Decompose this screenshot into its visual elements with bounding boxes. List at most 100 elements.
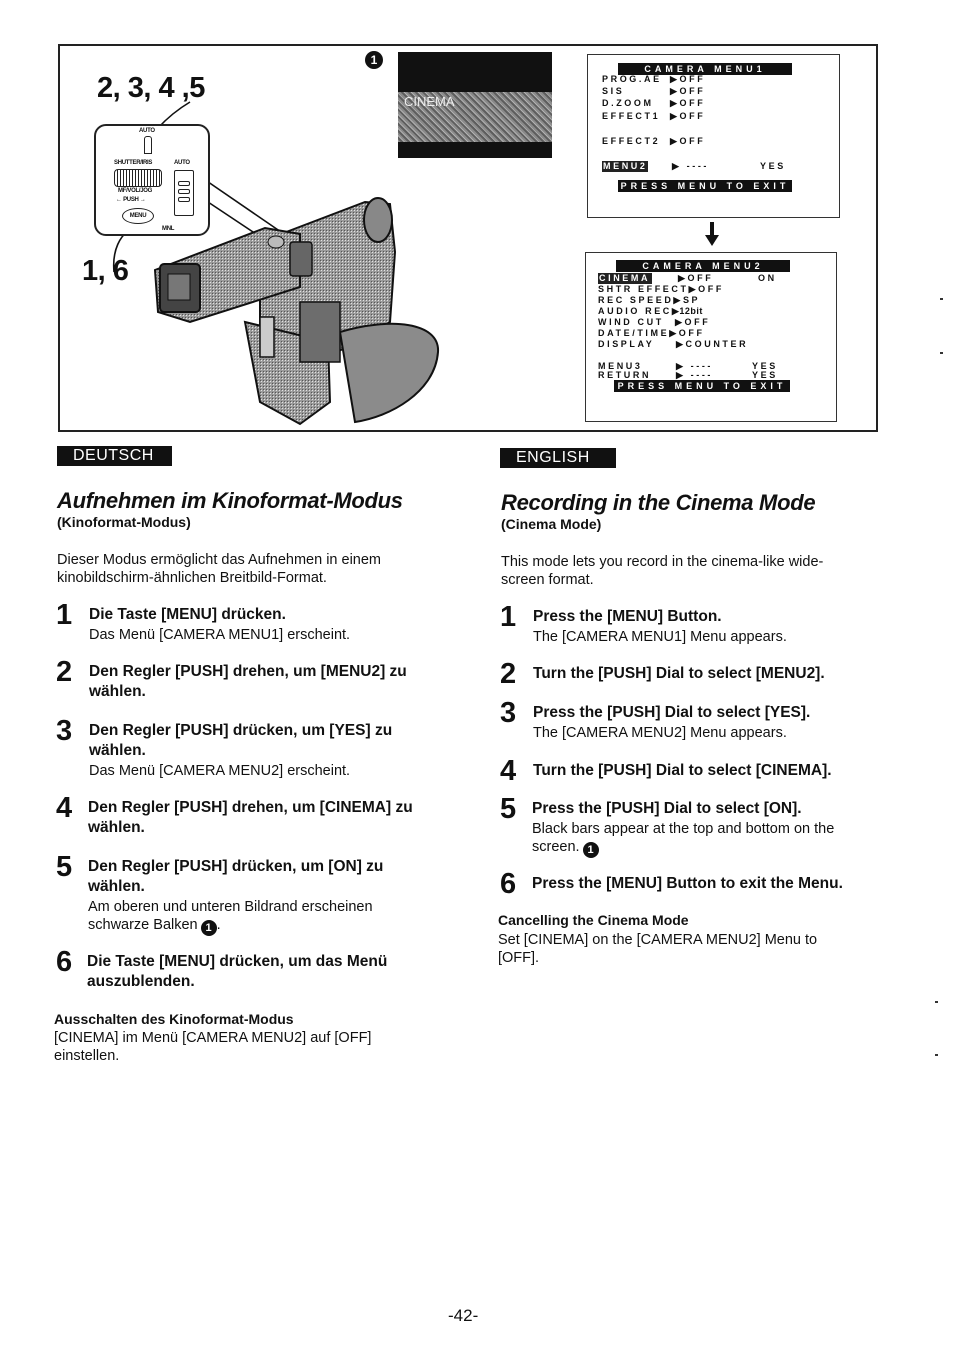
step-number: 6 (500, 868, 517, 900)
step-number: 2 (56, 656, 73, 688)
menu1-selected-row: MENU2 ▶ ---- YES (602, 161, 786, 172)
camera-menu2-screen: CAMERA MENU2 CINEMA ▶OFF ON SHTR EFFECT▶OF… (585, 252, 837, 422)
menu-row-label: MENU2 (602, 161, 648, 172)
cancel-title-en: Cancelling the Cinema Mode (498, 912, 689, 928)
margin-mark (935, 1054, 938, 1056)
step-heading: Die Taste [MENU] drücken. (89, 606, 286, 623)
menu2-row: AUDIO REC▶12bit (598, 306, 703, 317)
step-body: Das Menü [CAMERA MENU1] erscheint. (89, 627, 351, 643)
menu-row-label: EFFECT1 (602, 111, 661, 121)
step-heading: Den Regler [PUSH] drücken, um [ON] zu wä… (88, 858, 384, 895)
menu2-row: DATE/TIME▶OFF (598, 328, 705, 339)
step-heading: Die Taste [MENU] drücken, um das Menü au… (87, 953, 388, 990)
margin-mark (940, 352, 943, 354)
step-heading: Den Regler [PUSH] drehen, um [CINEMA] zu… (88, 799, 413, 836)
camera-menu1-screen: CAMERA MENU1 PROG.AE ▶OFF SIS ▶OFF D.ZOOM ▶… (587, 54, 840, 218)
menu1-row: EFFECT2 ▶OFF (602, 136, 705, 147)
step-number: 5 (500, 793, 517, 825)
intro-en: This mode lets you record in the cinema-… (501, 554, 824, 588)
menu-row-value: ▶OFF (669, 328, 705, 338)
callout-marker-ref: 1 (200, 920, 217, 936)
margin-mark (935, 1001, 938, 1003)
cancel-text-de: [CINEMA] im Menü [CAMERA MENU2] auf [OFF… (54, 1030, 372, 1064)
step-heading: Press the [MENU] Button to exit the Menu… (532, 875, 843, 892)
mf-vol-jog-label: MF/VOL/JOG (118, 188, 153, 194)
menu1-row: PROG.AE ▶OFF (602, 74, 705, 85)
menu-row-value: ▶OFF (670, 111, 706, 121)
step-number: 1 (500, 601, 517, 633)
intro-de: Dieser Modus ermöglicht das Aufnehmen in… (57, 552, 381, 586)
step-heading: Press the [MENU] Button. (533, 608, 722, 625)
step-heading: Turn the [PUSH] Dial to select [CINEMA]. (533, 762, 832, 779)
menu2-title: CAMERA MENU2 (616, 260, 790, 272)
page-title-de: Aufnehmen im Kinoformat-Modus (57, 488, 403, 513)
menu-row-label: CINEMA (598, 273, 652, 284)
step-body: Am oberen und unteren Bildrand erscheine… (88, 898, 428, 936)
step-number: 4 (56, 792, 73, 824)
menu2-row: WIND CUT ▶OFF (598, 317, 710, 328)
menu-row-label: D.ZOOM (602, 98, 654, 108)
menu-row-value: ▶OFF (670, 98, 706, 108)
step-number: 5 (56, 851, 73, 883)
step-number: 6 (56, 946, 73, 978)
menu-row-label: PROG.AE (602, 74, 662, 84)
auto-switch-label: AUTO (174, 160, 190, 166)
menu2-row: DISPLAY ▶COUNTER (598, 339, 748, 350)
menu1-row: EFFECT1 ▶OFF (602, 111, 705, 122)
camcorder-illustration (153, 197, 440, 426)
step-heading: Press the [PUSH] Dial to select [ON]. (532, 800, 802, 817)
menu1-row: D.ZOOM ▶OFF (602, 98, 705, 109)
page-title-en: Recording in the Cinema Mode (501, 490, 816, 515)
menu-row-option: YES (760, 161, 786, 171)
menu2-footer: PRESS MENU TO EXIT (614, 380, 790, 392)
step-number: 3 (500, 697, 517, 729)
menu-row-label: REC SPEED (598, 295, 674, 305)
cinema-screen-preview: CINEMA (398, 52, 552, 158)
menu1-footer: PRESS MENU TO EXIT (618, 180, 792, 192)
step-body: Das Menü [CAMERA MENU2] erscheint. (89, 763, 351, 779)
menu-row-label: EFFECT2 (602, 136, 661, 146)
menu-row-label: DISPLAY (598, 339, 655, 349)
menu-row-value: ▶OFF (670, 136, 706, 146)
shutter-iris-label: SHUTTER/IRIS (114, 160, 153, 166)
menu-row-label: SIS (602, 86, 625, 96)
page-number: -42- (448, 1306, 479, 1325)
auto-label: AUTO (139, 128, 155, 134)
menu-row-label: AUDIO REC (598, 306, 672, 316)
menu-row-option: YES (752, 370, 778, 380)
menu-row-value: ▶SP (673, 295, 701, 305)
step-number: 3 (56, 715, 73, 747)
step-body: Black bars appear at the top and bottom … (532, 820, 862, 858)
margin-mark (940, 298, 943, 300)
menu2-row: SHTR EFFECT▶OFF (598, 284, 724, 295)
push-text: PUSH (123, 197, 139, 203)
subtitle-en: (Cinema Mode) (501, 516, 602, 532)
menu-row-label: SHTR EFFECT (598, 284, 689, 294)
step-body-text: Am oberen und unteren Bildrand erscheine… (88, 899, 373, 933)
language-badge-deutsch: DEUTSCH (57, 446, 172, 466)
step-heading: Den Regler [PUSH] drücken, um [YES] zu w… (89, 722, 393, 759)
menu-row-value: ▶COUNTER (676, 339, 749, 349)
step-number: 1 (56, 599, 73, 631)
step-heading: Den Regler [PUSH] drehen, um [MENU2] zu … (89, 663, 407, 700)
step-body: The [CAMERA MENU2] Menu appears. (533, 725, 787, 741)
menu2-row: REC SPEED▶SP (598, 295, 700, 306)
step-heading: Turn the [PUSH] Dial to select [MENU2]. (533, 665, 825, 682)
step-body-suffix: . (216, 917, 221, 933)
menu-row-value: ▶OFF (688, 284, 724, 294)
menu2-selected-row: CINEMA ▶OFF ON (598, 273, 777, 284)
menu-row-value: ▶12bit (671, 306, 703, 316)
menu-row-label: DATE/TIME (598, 328, 670, 338)
cinema-screen-label: CINEMA (404, 94, 455, 109)
push-label: ← PUSH → (116, 197, 146, 203)
menu-row-label: WIND CUT (598, 317, 664, 327)
step-heading: Press the [PUSH] Dial to select [YES]. (533, 704, 811, 721)
cancel-text-en: Set [CINEMA] on the [CAMERA MENU2] Menu … (498, 932, 818, 966)
menu-row-value: ▶OFF (670, 74, 706, 84)
step-number: 2 (500, 658, 517, 690)
subtitle-de: (Kinoformat-Modus) (57, 514, 191, 530)
callout-marker-1: 1 (365, 51, 383, 69)
dial-icon[interactable] (114, 169, 162, 187)
arrow-down-icon (705, 222, 719, 246)
menu-row-value: ▶OFF (670, 86, 706, 96)
